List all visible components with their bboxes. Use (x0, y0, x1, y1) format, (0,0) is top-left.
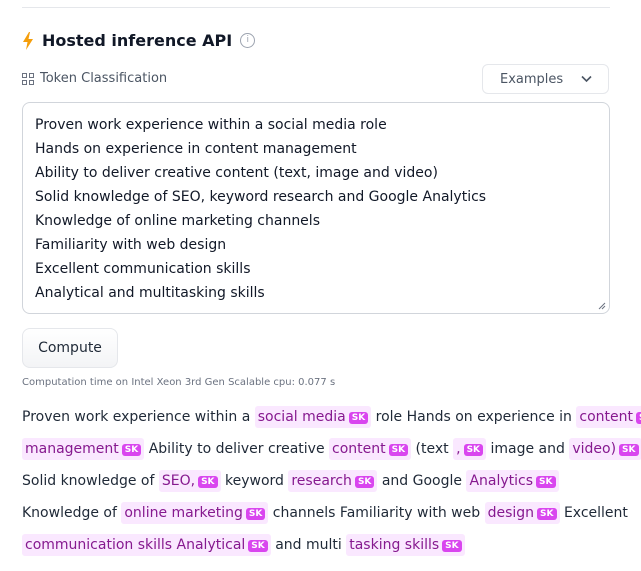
input-line: Excellent communication skills (35, 261, 251, 277)
examples-dropdown[interactable]: Examples (482, 64, 609, 94)
entity-tag-badge: SK (198, 476, 218, 488)
entity-span: research SK (288, 470, 378, 492)
top-divider (22, 7, 610, 8)
output-text: and multi (270, 537, 347, 553)
input-line: Analytical and multitasking skills (35, 285, 265, 301)
widget-header: Hosted inference API i (22, 31, 256, 50)
entity-tag-badge: SK (636, 412, 641, 424)
entity-span: contentSK (576, 406, 641, 428)
entity-span: video) SK (569, 438, 641, 460)
token-classification-output: Proven work experience within a social m… (22, 401, 641, 561)
entity-tag-badge: SK (245, 508, 266, 520)
input-line: Knowledge of online marketing channels (35, 213, 320, 229)
entity-tag-badge: SK (536, 476, 556, 488)
entity-tag-badge: SK (248, 540, 268, 552)
entity-span: social media SK (254, 406, 372, 428)
output-text: role Hands on experience in (371, 409, 577, 425)
output-text: (text (411, 441, 454, 457)
chevron-down-icon (581, 75, 592, 83)
output-row: communication skills Analytical SK and mu… (22, 529, 617, 561)
entity-tag-badge: SK (354, 476, 375, 488)
output-text: Excellent (559, 505, 628, 521)
token-classification-icon (22, 72, 34, 85)
info-icon[interactable]: i (240, 33, 256, 48)
lightning-icon (23, 31, 33, 50)
output-row: Proven work experience within a social m… (22, 401, 641, 433)
entity-tag-badge: SK (121, 444, 142, 456)
output-text: channels Familiarity with web (268, 505, 485, 521)
widget-title: Hosted inference API (42, 31, 233, 50)
entity-tag-badge: SK (388, 444, 409, 456)
compute-button[interactable]: Compute (22, 328, 118, 368)
output-text: keyword (220, 473, 289, 489)
output-row: management SK Ability to deliver creative… (22, 433, 641, 465)
computation-time: Computation time on Intel Xeon 3rd Gen S… (22, 377, 336, 388)
task-label-text: Token Classification (40, 71, 168, 86)
entity-span: SEO, SK (158, 470, 221, 492)
input-textarea[interactable]: Proven work experience within a social m… (22, 102, 610, 314)
entity-tag-badge: SK (537, 508, 557, 520)
examples-label: Examples (500, 71, 564, 87)
entity-span: Analytics SK (466, 470, 559, 492)
output-text: Knowledge of (22, 505, 122, 521)
entity-span: communication skills Analytical SK (22, 534, 271, 556)
entity-tag-badge: SK (463, 444, 484, 456)
output-text: Solid knowledge of (22, 473, 159, 489)
output-row: Knowledge of online marketing SK channels… (22, 497, 628, 529)
entity-span: contentSK (329, 438, 412, 460)
output-row: Solid knowledge of SEO, SK keyword resear… (22, 465, 617, 497)
entity-span: , SK (453, 438, 487, 460)
input-line: Solid knowledge of SEO, keyword research… (35, 189, 487, 205)
input-line: Ability to deliver creative content (tex… (35, 165, 438, 181)
output-text: Proven work experience within a (22, 409, 255, 425)
entity-tag-badge: SK (619, 444, 639, 456)
output-text: Ability to deliver creative (144, 441, 330, 457)
entity-tag-badge: SK (442, 540, 462, 552)
entity-span: design SK (484, 502, 560, 524)
input-line: Proven work experience within a social m… (35, 117, 387, 133)
entity-tag-badge: SK (348, 412, 369, 424)
entity-span: tasking skills SK (346, 534, 465, 556)
input-line: Familiarity with web design (35, 237, 227, 253)
entity-span: management SK (22, 438, 145, 460)
output-text: and Google (377, 473, 467, 489)
entity-span: online marketing SK (121, 502, 269, 524)
output-text: image and (486, 441, 570, 457)
input-line: Hands on experience in content managemen… (35, 141, 357, 157)
task-label: Token Classification (22, 71, 167, 86)
resize-handle-icon[interactable] (598, 302, 606, 310)
